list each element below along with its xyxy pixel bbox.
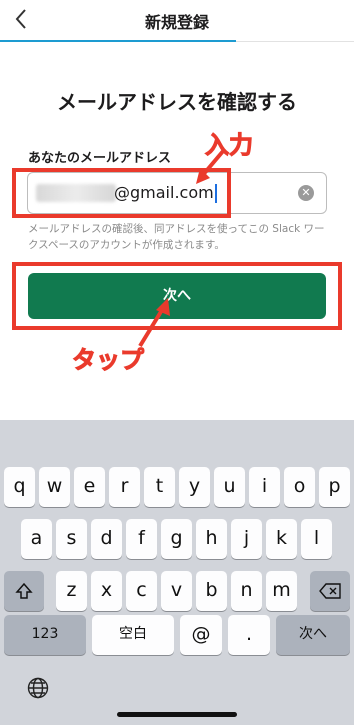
- clear-input-button[interactable]: ✕: [298, 185, 314, 201]
- at-key[interactable]: @: [180, 615, 222, 655]
- key-f[interactable]: f: [126, 519, 157, 559]
- software-keyboard: q w e r t y u i o p a s d f g h j k l z …: [0, 420, 354, 725]
- email-field-label: あなたのメールアドレス: [28, 151, 172, 166]
- shift-icon: [15, 582, 33, 599]
- clear-icon: ✕: [301, 186, 311, 199]
- key-h[interactable]: h: [196, 519, 227, 559]
- key-q[interactable]: q: [4, 467, 35, 507]
- home-indicator: [117, 712, 237, 717]
- hint-text: メールアドレスの確認後、同アドレスを使ってこの Slack ワークスペースのアカ…: [28, 223, 325, 251]
- key-y[interactable]: y: [179, 467, 210, 507]
- return-key[interactable]: 次へ: [276, 615, 350, 655]
- delete-key[interactable]: [310, 571, 350, 611]
- key-e[interactable]: e: [74, 467, 105, 507]
- tap-arrow-icon: [138, 298, 170, 348]
- key-s[interactable]: s: [56, 519, 87, 559]
- key-d[interactable]: d: [91, 519, 122, 559]
- globe-icon[interactable]: [27, 677, 49, 699]
- key-p[interactable]: p: [319, 467, 350, 507]
- key-g[interactable]: g: [161, 519, 192, 559]
- nav-header: 新規登録: [0, 0, 354, 42]
- shift-key[interactable]: [4, 571, 44, 611]
- dot-key[interactable]: .: [228, 615, 270, 655]
- numbers-key[interactable]: 123: [4, 615, 86, 655]
- key-c[interactable]: c: [126, 571, 157, 611]
- key-z[interactable]: z: [56, 571, 87, 611]
- key-x[interactable]: x: [91, 571, 122, 611]
- key-r[interactable]: r: [109, 467, 140, 507]
- key-v[interactable]: v: [161, 571, 192, 611]
- key-o[interactable]: o: [284, 467, 315, 507]
- key-l[interactable]: l: [301, 519, 332, 559]
- key-w[interactable]: w: [39, 467, 70, 507]
- key-j[interactable]: j: [231, 519, 262, 559]
- key-u[interactable]: u: [214, 467, 245, 507]
- delete-icon: [319, 583, 341, 599]
- key-n[interactable]: n: [231, 571, 262, 611]
- button-highlight-box: [12, 262, 342, 330]
- progress-bar: [0, 40, 236, 42]
- header-title: 新規登録: [144, 13, 209, 32]
- key-i[interactable]: i: [249, 467, 280, 507]
- key-k[interactable]: k: [266, 519, 297, 559]
- input-arrow-icon: [196, 148, 226, 184]
- page-heading: メールアドレスを確認する: [57, 90, 297, 114]
- key-t[interactable]: t: [144, 467, 175, 507]
- space-key[interactable]: 空白: [92, 615, 174, 655]
- key-m[interactable]: m: [266, 571, 297, 611]
- key-b[interactable]: b: [196, 571, 227, 611]
- key-a[interactable]: a: [21, 519, 52, 559]
